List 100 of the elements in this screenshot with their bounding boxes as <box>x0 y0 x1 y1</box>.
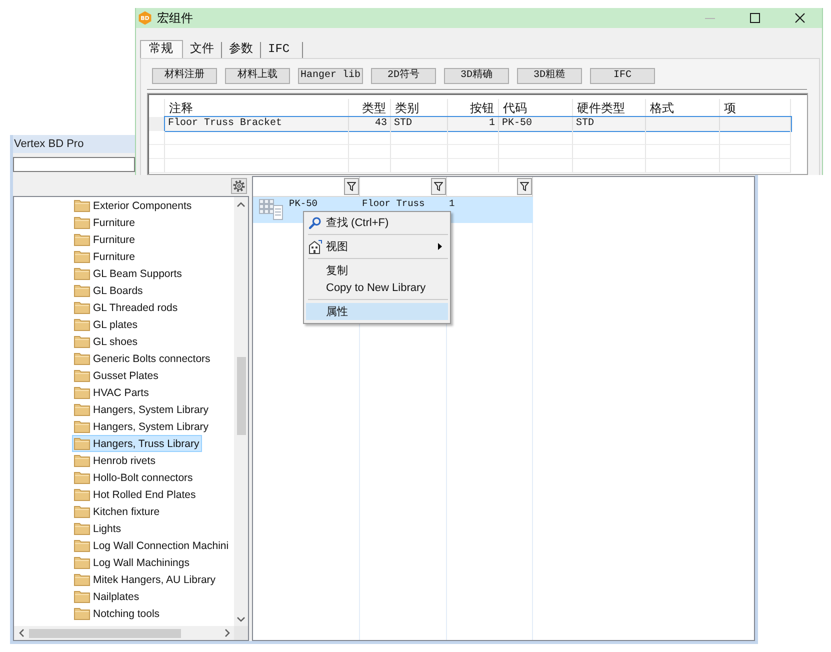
settings-button[interactable] <box>231 178 247 194</box>
tree-item[interactable]: HVAC Parts <box>72 384 152 401</box>
menu-item[interactable]: 复制 <box>306 262 448 279</box>
tab[interactable]: 常规 <box>140 40 183 58</box>
tree-item[interactable]: Nailplates <box>72 588 142 605</box>
tree-item[interactable]: Henrob rivets <box>72 452 158 469</box>
tree-item[interactable]: Lights <box>72 520 124 537</box>
table-cell: STD <box>573 117 646 131</box>
maximize-icon <box>750 13 760 23</box>
folder-icon <box>74 352 90 365</box>
tree-item[interactable]: Furniture <box>72 231 138 248</box>
table-cell: STD <box>391 117 448 131</box>
folder-icon <box>74 284 90 297</box>
folder-icon <box>74 386 90 399</box>
table-cell <box>391 131 448 145</box>
folder-icon <box>74 250 90 263</box>
submenu-arrow-icon <box>438 243 442 250</box>
close-icon <box>794 13 804 23</box>
chevron-up-icon[interactable] <box>237 202 245 206</box>
folder-icon <box>74 233 90 246</box>
tree-item[interactable]: GL plates <box>72 316 141 333</box>
toolbar-button[interactable]: 2D符号 <box>371 68 436 84</box>
menu-item[interactable]: 属性 <box>306 303 448 320</box>
tree-item[interactable]: GL Threaded rods <box>72 299 181 316</box>
tree-item[interactable]: Hot Rolled End Plates <box>72 486 199 503</box>
horizontal-scrollbar[interactable] <box>14 626 234 640</box>
filter-button[interactable] <box>344 178 359 195</box>
folder-icon <box>74 471 90 484</box>
folder-icon <box>74 539 90 552</box>
table-cell: 1 <box>449 198 455 210</box>
tree-item[interactable]: GL Boards <box>72 282 146 299</box>
tree-item[interactable]: Exterior Components <box>72 197 195 214</box>
tree-item[interactable]: Notching tools <box>72 605 163 622</box>
table-row[interactable]: Floor Truss Bracket 43 STD 1 PK-50 STD <box>165 117 791 131</box>
tree-item[interactable]: Kitchen fixture <box>72 503 163 520</box>
tree-item[interactable]: Generic Bolts connectors <box>72 350 214 367</box>
toolbar-button[interactable]: Hanger lib <box>298 68 363 84</box>
folder-icon <box>74 522 90 535</box>
table-cell <box>349 159 391 173</box>
tree-item[interactable]: GL Beam Supports <box>72 265 185 282</box>
folder-icon <box>74 267 90 280</box>
table-cell <box>720 131 791 145</box>
tree-item[interactable]: Furniture <box>72 248 138 265</box>
folder-icon <box>74 488 90 501</box>
tree-item[interactable]: Gusset Plates <box>72 367 162 384</box>
folder-icon <box>74 335 90 348</box>
folder-icon <box>74 318 90 331</box>
filter-button[interactable] <box>431 178 446 195</box>
tree-item[interactable]: Log Wall Connection Machini <box>72 537 232 554</box>
toolbar-button[interactable]: 3D精确 <box>444 68 509 84</box>
tree-item[interactable]: Hangers, System Library <box>72 418 212 435</box>
table-cell <box>349 145 391 159</box>
tree-item[interactable]: GL shoes <box>72 333 141 350</box>
folder-icon <box>74 199 90 212</box>
toolbar-button[interactable]: 材料注册 <box>152 68 217 84</box>
toolbar-button[interactable]: 3D粗糙 <box>517 68 582 84</box>
filter-icon <box>347 182 356 191</box>
folder-icon <box>74 420 90 433</box>
table-cell: 43 <box>349 117 391 131</box>
tree-item[interactable]: Hangers, System Library <box>72 401 212 418</box>
scrollbar-corner <box>234 626 248 640</box>
search-icon <box>309 216 321 228</box>
search-field[interactable] <box>13 157 135 172</box>
folder-icon <box>74 505 90 518</box>
house-icon <box>308 240 322 254</box>
scrollbar-thumb[interactable] <box>29 628 181 638</box>
table-cell <box>448 145 499 159</box>
folder-icon <box>74 403 90 416</box>
menu-item[interactable]: Copy to New Library <box>306 279 448 296</box>
toolbar-button[interactable]: 材料上载 <box>225 68 290 84</box>
table-cell: Floor Truss <box>362 198 425 210</box>
folder-icon <box>74 216 90 229</box>
tree-item[interactable]: Log Wall Machinings <box>72 554 192 571</box>
toolbar-button[interactable]: IFC <box>590 68 655 84</box>
scrollbar-thumb[interactable] <box>236 357 246 435</box>
chevron-down-icon[interactable] <box>237 616 245 622</box>
filter-icon <box>520 182 529 191</box>
vertical-scrollbar[interactable] <box>234 197 248 626</box>
folder-icon <box>74 454 90 467</box>
table-cell <box>720 145 791 159</box>
folder-icon <box>74 556 90 569</box>
folder-icon <box>74 437 90 450</box>
tree-item[interactable]: Furniture <box>72 214 138 231</box>
table-cell <box>448 159 499 173</box>
table-cell <box>448 131 499 145</box>
tree-item[interactable]: Hollo-Bolt connectors <box>72 469 196 486</box>
chevron-right-icon[interactable] <box>224 629 230 637</box>
table-cell: Floor Truss Bracket <box>165 117 349 131</box>
settings-icon <box>233 180 245 192</box>
tree-item[interactable]: Mitek Hangers, AU Library <box>72 571 219 588</box>
table-cell: PK-50 <box>499 117 573 131</box>
chevron-left-icon[interactable] <box>18 629 24 637</box>
window-title: 宏组件 <box>157 10 193 26</box>
table-cell <box>349 131 391 145</box>
row-header[interactable] <box>149 117 165 131</box>
tree-item[interactable]: Hangers, Truss Library <box>72 435 202 452</box>
folder-icon <box>74 301 90 314</box>
window-title: Vertex BD Pro <box>14 138 84 150</box>
menu-item[interactable]: 视图 <box>306 238 448 255</box>
filter-button[interactable] <box>517 178 532 195</box>
